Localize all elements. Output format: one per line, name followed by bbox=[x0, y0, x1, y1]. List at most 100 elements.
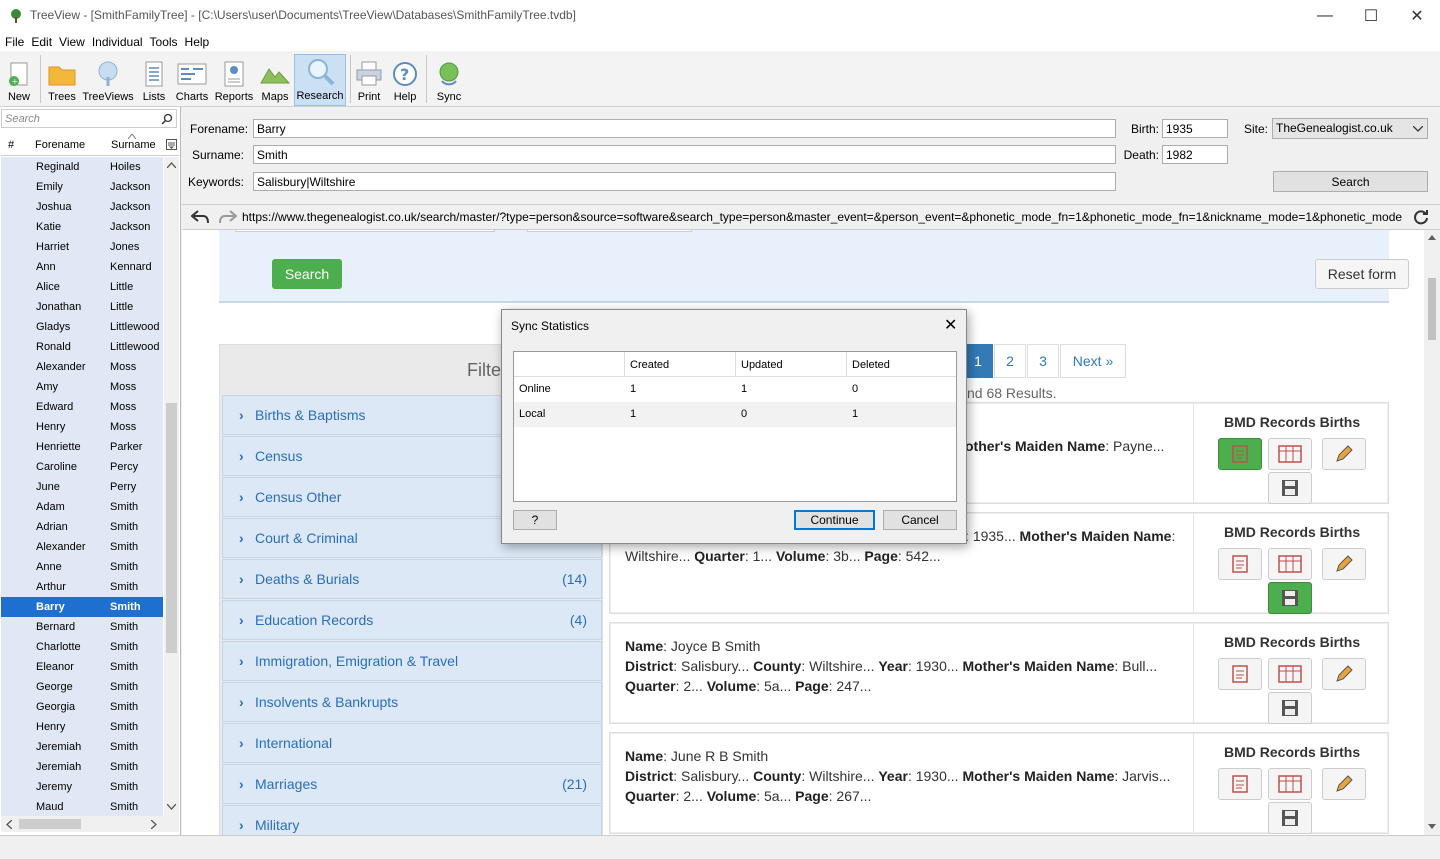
filter-item[interactable]: › Marriages (21) bbox=[222, 764, 602, 804]
edit-record-button[interactable] bbox=[1322, 768, 1366, 800]
lists-button[interactable]: Lists bbox=[140, 54, 168, 106]
scroll-down-icon[interactable] bbox=[167, 804, 176, 810]
edit-record-button[interactable] bbox=[1322, 548, 1366, 580]
site-select[interactable]: TheGenealogist.co.uk bbox=[1272, 118, 1428, 139]
person-row[interactable]: Jeremy Smith bbox=[1, 777, 163, 797]
web-form-field[interactable] bbox=[527, 230, 692, 232]
reports-button[interactable]: Reports bbox=[212, 54, 256, 106]
new-button[interactable]: + New bbox=[2, 54, 36, 106]
filter-item[interactable]: › Immigration, Emigration & Travel bbox=[222, 641, 602, 681]
column-surname[interactable]: Surname bbox=[111, 139, 156, 151]
next-page-link[interactable]: Next » bbox=[1060, 344, 1126, 378]
death-input[interactable]: 1982 bbox=[1162, 145, 1228, 164]
people-list-scrollbar[interactable] bbox=[164, 157, 179, 817]
person-row[interactable]: Maud Smith bbox=[1, 797, 163, 817]
person-row[interactable]: Henriette Parker bbox=[1, 437, 163, 457]
person-row[interactable]: Barry Smith bbox=[1, 597, 163, 617]
menu-individual[interactable]: Individual bbox=[92, 35, 143, 49]
view-transcript-button[interactable] bbox=[1268, 438, 1312, 470]
person-row[interactable]: Ronald Littlewood bbox=[1, 337, 163, 357]
column-forename[interactable]: Forename bbox=[35, 139, 85, 151]
web-form-field[interactable] bbox=[235, 230, 495, 232]
person-row[interactable]: Bernard Smith bbox=[1, 617, 163, 637]
column-number[interactable]: # bbox=[8, 139, 14, 151]
web-search-button[interactable]: Search bbox=[272, 259, 342, 289]
scroll-left-icon[interactable] bbox=[6, 820, 12, 829]
edit-record-button[interactable] bbox=[1322, 658, 1366, 690]
view-image-button[interactable] bbox=[1218, 548, 1262, 580]
view-image-button[interactable] bbox=[1218, 438, 1262, 470]
person-row[interactable]: Edward Moss bbox=[1, 397, 163, 417]
save-record-button[interactable] bbox=[1268, 472, 1312, 504]
person-row[interactable]: Alice Little bbox=[1, 277, 163, 297]
person-row[interactable]: Henry Moss bbox=[1, 417, 163, 437]
page-link[interactable]: 3 bbox=[1027, 344, 1059, 378]
person-row[interactable]: Katie Jackson bbox=[1, 217, 163, 237]
close-window-button[interactable]: ✕ bbox=[1394, 0, 1440, 32]
scroll-up-icon[interactable] bbox=[167, 162, 176, 168]
view-image-button[interactable] bbox=[1218, 658, 1262, 690]
charts-button[interactable]: Charts bbox=[173, 54, 211, 106]
person-row[interactable]: Ann Kennard bbox=[1, 257, 163, 277]
hscrollbar-thumb[interactable] bbox=[19, 819, 81, 829]
reset-form-button[interactable]: Reset form bbox=[1315, 259, 1409, 289]
filter-item[interactable]: › Education Records (4) bbox=[222, 600, 602, 640]
person-row[interactable]: Jeremiah Smith bbox=[1, 737, 163, 757]
person-row[interactable]: Adam Smith bbox=[1, 497, 163, 517]
scroll-down-icon[interactable] bbox=[1428, 824, 1436, 829]
person-row[interactable]: Alexander Smith bbox=[1, 537, 163, 557]
person-row[interactable]: Charlotte Smith bbox=[1, 637, 163, 657]
dialog-help-button[interactable]: ? bbox=[513, 510, 557, 530]
filter-item[interactable]: › International bbox=[222, 723, 602, 763]
print-button[interactable]: Print bbox=[354, 54, 384, 106]
view-transcript-button[interactable] bbox=[1268, 768, 1312, 800]
form-search-button[interactable]: Search bbox=[1273, 171, 1428, 192]
scroll-right-icon[interactable] bbox=[151, 820, 157, 829]
forward-arrow-icon[interactable] bbox=[219, 210, 237, 224]
maximize-button[interactable]: ☐ bbox=[1348, 0, 1394, 32]
research-button[interactable]: Research bbox=[294, 54, 346, 106]
birth-input[interactable]: 1935 bbox=[1162, 119, 1228, 138]
menu-file[interactable]: File bbox=[5, 35, 24, 49]
person-row[interactable]: Arthur Smith bbox=[1, 577, 163, 597]
menu-tools[interactable]: Tools bbox=[150, 35, 178, 49]
treeviews-button[interactable]: TreeViews bbox=[82, 54, 134, 106]
person-row[interactable]: Caroline Percy bbox=[1, 457, 163, 477]
edit-record-button[interactable] bbox=[1322, 438, 1366, 470]
person-row[interactable]: Anne Smith bbox=[1, 557, 163, 577]
cancel-button[interactable]: Cancel bbox=[883, 510, 957, 530]
minimize-button[interactable]: — bbox=[1302, 0, 1348, 32]
person-row[interactable]: Emily Jackson bbox=[1, 177, 163, 197]
grid-row-local[interactable]: Local 1 0 1 bbox=[514, 402, 956, 427]
help-button[interactable]: ? Help bbox=[390, 54, 420, 106]
filter-item[interactable]: › Insolvents & Bankrupts bbox=[222, 682, 602, 722]
refresh-icon[interactable] bbox=[1413, 209, 1429, 225]
url-field[interactable]: https://www.thegenealogist.co.uk/search/… bbox=[242, 210, 1402, 224]
person-row[interactable]: Eleanor Smith bbox=[1, 657, 163, 677]
person-row[interactable]: Joshua Jackson bbox=[1, 197, 163, 217]
people-search-input[interactable]: Search bbox=[1, 109, 177, 128]
surname-input[interactable]: Smith bbox=[253, 145, 1116, 164]
person-row[interactable]: Gladys Littlewood bbox=[1, 317, 163, 337]
scrollbar-thumb[interactable] bbox=[1428, 278, 1436, 340]
person-row[interactable]: Henry Smith bbox=[1, 717, 163, 737]
search-icon[interactable] bbox=[161, 113, 173, 125]
person-row[interactable]: Georgia Smith bbox=[1, 697, 163, 717]
person-row[interactable]: Reginald Hoiles bbox=[1, 157, 163, 177]
save-record-button[interactable] bbox=[1268, 802, 1312, 834]
web-scrollbar[interactable] bbox=[1424, 230, 1440, 835]
person-row[interactable]: Harriet Jones bbox=[1, 237, 163, 257]
maps-button[interactable]: Maps bbox=[258, 54, 292, 106]
person-row[interactable]: Amy Moss bbox=[1, 377, 163, 397]
filter-item[interactable]: › Deaths & Burials (14) bbox=[222, 559, 602, 599]
dialog-close-button[interactable]: ✕ bbox=[944, 315, 957, 335]
person-row[interactable]: June Perry bbox=[1, 477, 163, 497]
filter-item[interactable]: › Military bbox=[222, 805, 602, 835]
forename-input[interactable]: Barry bbox=[253, 119, 1116, 138]
grid-row-online[interactable]: Online 1 1 0 bbox=[514, 377, 956, 402]
person-row[interactable]: Alexander Moss bbox=[1, 357, 163, 377]
sync-button[interactable]: Sync bbox=[434, 54, 464, 106]
trees-button[interactable]: Trees bbox=[45, 54, 79, 106]
continue-button[interactable]: Continue bbox=[794, 510, 875, 530]
view-transcript-button[interactable] bbox=[1268, 548, 1312, 580]
